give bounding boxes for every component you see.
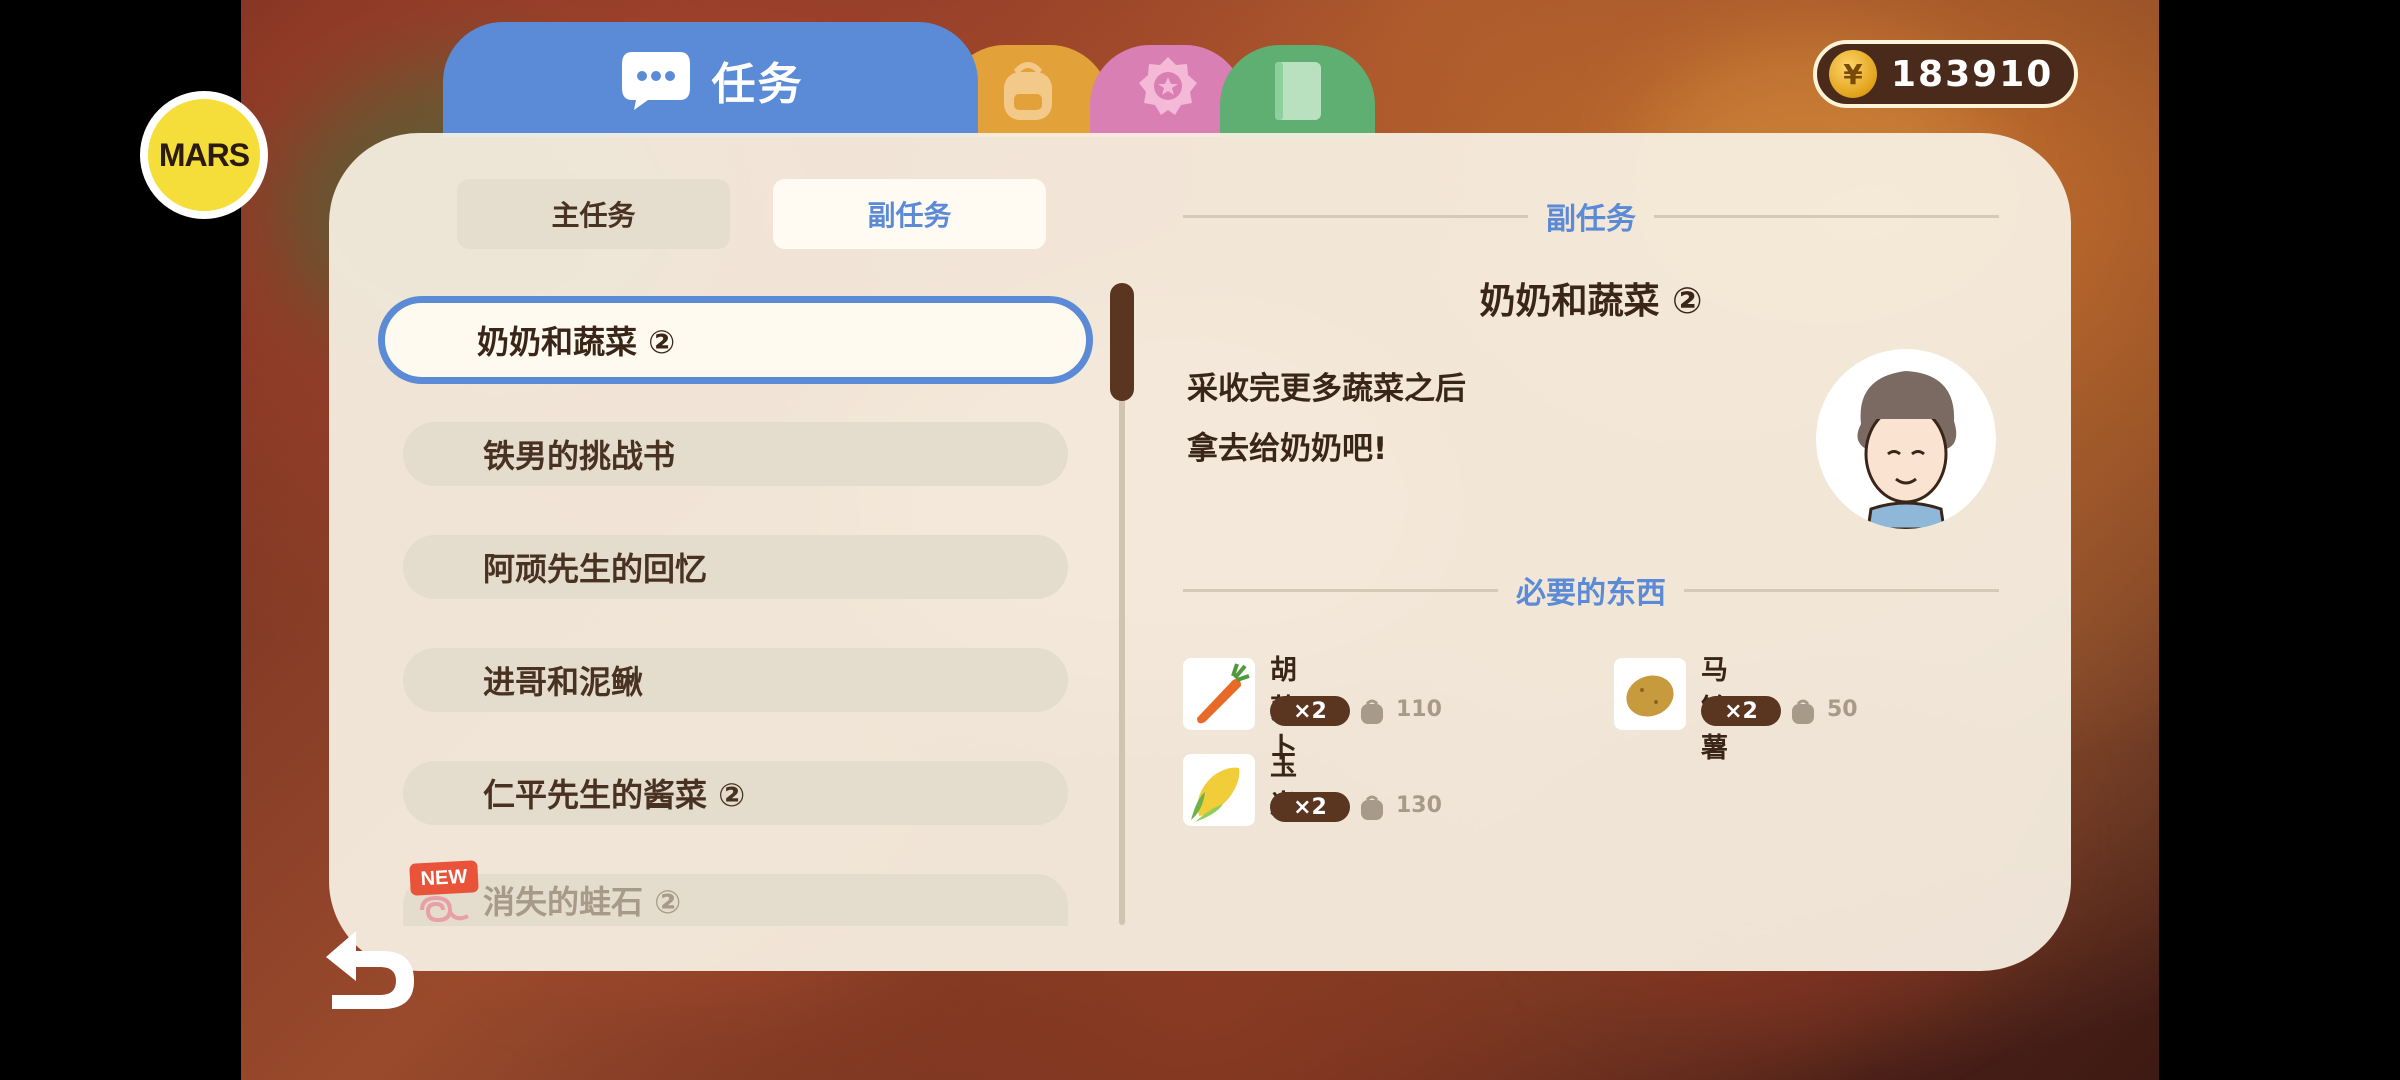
coin-icon: ¥ — [1829, 50, 1877, 98]
backpack-icon — [1792, 699, 1814, 724]
quest-list-item[interactable]: 进哥和泥鳅 — [403, 648, 1068, 712]
backpack-icon — [1361, 795, 1383, 820]
section-title: 副任务 — [1546, 202, 1636, 237]
tab-side-quest[interactable]: 副任务 — [773, 179, 1046, 249]
chat-bubble-icon — [621, 51, 690, 110]
item-qty: ×2 — [1270, 792, 1350, 822]
tab-quest[interactable]: 任务 — [443, 22, 978, 137]
item-stock: 50 — [1827, 697, 1858, 722]
quest-list-item[interactable]: 奶奶和蔬菜 ② — [378, 296, 1093, 384]
new-badge: NEW — [409, 860, 479, 896]
quest-list-item[interactable]: 铁男的挑战书 — [403, 422, 1068, 486]
quest-list-item[interactable]: 仁平先生的酱菜 ② — [403, 761, 1068, 825]
currency-display: ¥ 183910 — [1813, 40, 2078, 108]
grandma-portrait — [1816, 349, 1996, 529]
potato-icon — [1614, 658, 1686, 730]
tab-quest-label: 任务 — [711, 58, 804, 110]
quest-label: 进哥和泥鳅 — [483, 663, 644, 701]
tab-book[interactable] — [1220, 45, 1375, 137]
item-stock: 110 — [1396, 697, 1442, 722]
tab-main-quest[interactable]: 主任务 — [457, 179, 730, 249]
coin-value: 183910 — [1891, 53, 2054, 95]
section-header: 副任务 — [1183, 196, 1999, 237]
quest-label: 消失的蛙石 ② — [483, 883, 682, 921]
required-items-title: 必要的东西 — [1516, 576, 1666, 611]
quest-list-item[interactable]: 消失的蛙石 ② — [403, 874, 1068, 926]
quest-label: 仁平先生的酱菜 ② — [483, 776, 746, 814]
medal-icon — [1138, 57, 1197, 115]
quest-label: 阿顽先生的回忆 — [483, 550, 708, 588]
grandma-avatar-icon — [1857, 371, 1957, 529]
quest-title: 奶奶和蔬菜 ② — [1479, 281, 1703, 322]
backpack-icon — [1003, 62, 1052, 120]
item-stock: 130 — [1396, 793, 1442, 818]
quest-label: 奶奶和蔬菜 ② — [477, 323, 676, 361]
item-qty: ×2 — [1701, 696, 1781, 726]
quest-description-line: 拿去给奶奶吧! — [1187, 431, 1388, 467]
scrollbar-thumb[interactable] — [1110, 283, 1134, 401]
required-items-header: 必要的东西 — [1183, 570, 1999, 611]
carrot-icon — [1183, 658, 1255, 730]
back-arrow-icon[interactable] — [318, 917, 422, 1013]
quest-description-line: 采收完更多蔬菜之后 — [1187, 371, 1466, 407]
quest-label: 铁男的挑战书 — [483, 437, 676, 475]
mars-logo: MARS — [140, 91, 268, 219]
corn-icon — [1183, 754, 1255, 826]
item-qty: ×2 — [1270, 696, 1350, 726]
book-icon — [1274, 62, 1321, 120]
backpack-icon — [1361, 699, 1383, 724]
quest-list-item[interactable]: 阿顽先生的回忆 — [403, 535, 1068, 599]
